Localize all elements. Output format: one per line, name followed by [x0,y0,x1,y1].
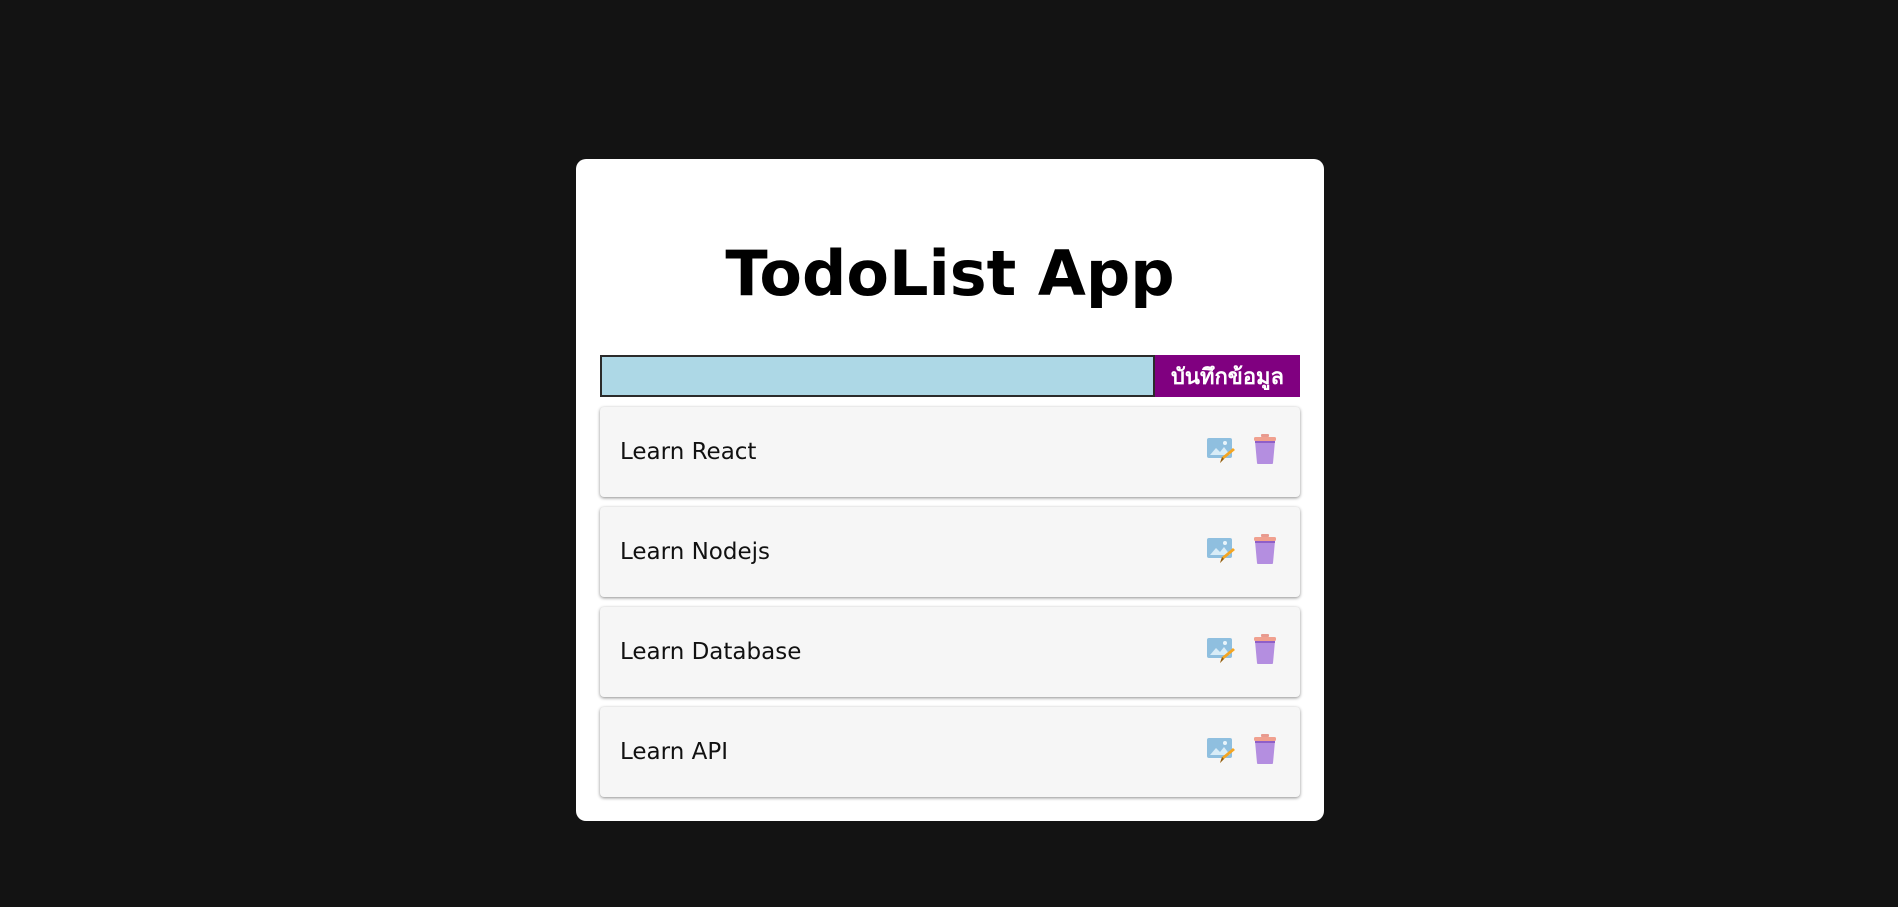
todo-item: Learn Database [600,607,1300,697]
edit-image-icon[interactable] [1206,435,1236,465]
trash-icon[interactable] [1252,633,1278,665]
todo-text: Learn Database [620,639,802,665]
page-title: TodoList App [725,237,1175,310]
edit-image-icon[interactable] [1206,635,1236,665]
edit-image-icon[interactable] [1206,735,1236,765]
edit-image-icon[interactable] [1206,535,1236,565]
todo-list: Learn React Learn Nodejs Learn Database … [600,407,1300,807]
save-button[interactable]: บันทึกข้อมูล [1155,355,1300,397]
todo-text: Learn API [620,739,728,765]
todo-text: Learn Nodejs [620,539,770,565]
todo-item: Learn API [600,707,1300,797]
trash-icon[interactable] [1252,533,1278,565]
todo-input[interactable] [600,355,1155,397]
todo-text: Learn React [620,439,757,465]
todo-item: Learn React [600,407,1300,497]
add-todo-form: บันทึกข้อมูล [600,355,1300,397]
trash-icon[interactable] [1252,433,1278,465]
todo-item: Learn Nodejs [600,507,1300,597]
todo-card: TodoList App บันทึกข้อมูล Learn React Le… [576,159,1324,821]
trash-icon[interactable] [1252,733,1278,765]
